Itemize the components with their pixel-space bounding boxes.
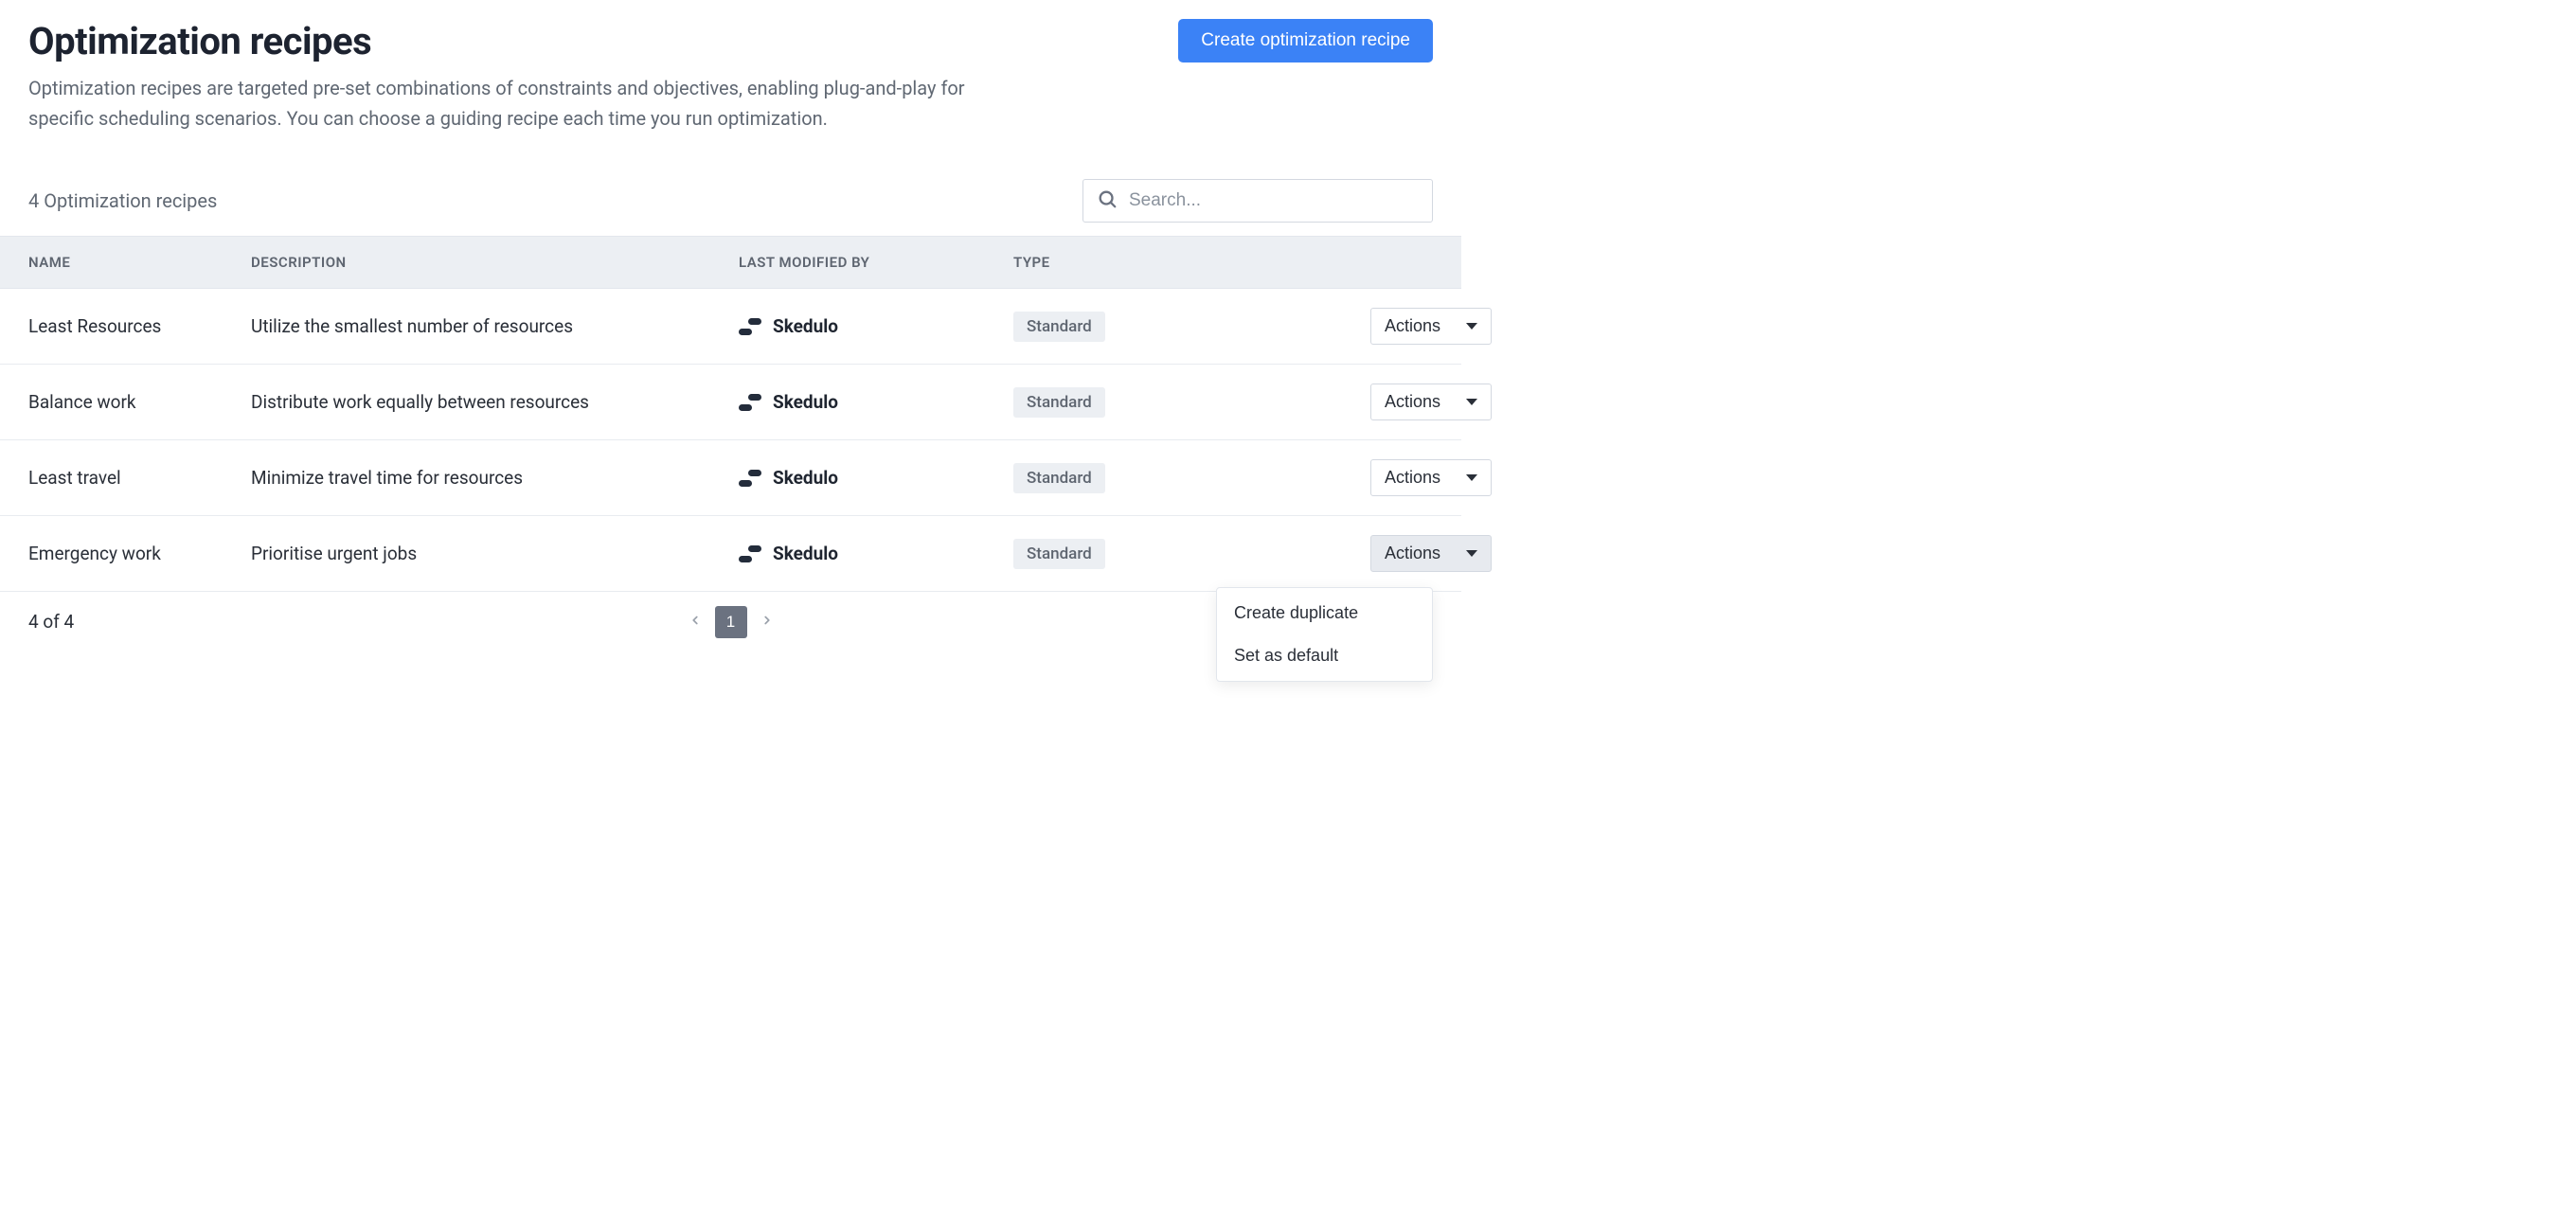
table-row: Least travel Minimize travel time for re… [0, 440, 1461, 516]
search-box[interactable] [1082, 179, 1433, 223]
skedulo-logo-icon [739, 318, 761, 335]
chevron-down-icon [1466, 550, 1477, 557]
type-badge: Standard [1013, 387, 1105, 418]
recipe-description: Minimize travel time for resources [251, 467, 739, 489]
col-header-type: TYPE [1013, 254, 1340, 271]
actions-label: Actions [1385, 316, 1440, 336]
type-badge: Standard [1013, 539, 1105, 569]
col-header-name: NAME [28, 254, 251, 271]
pager-prev-button[interactable] [683, 606, 707, 637]
chevron-left-icon [689, 612, 702, 632]
pager-next-button[interactable] [755, 606, 779, 637]
recipe-name: Emergency work [28, 543, 251, 564]
page-subtitle: Optimization recipes are targeted pre-se… [28, 73, 1032, 134]
modified-by-name: Skedulo [773, 467, 838, 489]
table-header-row: NAME DESCRIPTION LAST MODIFIED BY TYPE [0, 237, 1461, 289]
actions-dropdown: Create duplicate Set as default [1216, 587, 1433, 682]
recipe-name: Least Resources [28, 315, 251, 337]
modified-by-name: Skedulo [773, 543, 838, 564]
actions-button[interactable]: Actions [1370, 308, 1492, 345]
chevron-down-icon [1466, 323, 1477, 330]
dropdown-item-create-duplicate[interactable]: Create duplicate [1217, 592, 1432, 634]
skedulo-logo-icon [739, 470, 761, 487]
actions-button[interactable]: Actions [1370, 459, 1492, 496]
actions-button[interactable]: Actions [1370, 535, 1492, 572]
pagination-count: 4 of 4 [28, 611, 74, 633]
chevron-down-icon [1466, 399, 1477, 405]
create-optimization-recipe-button[interactable]: Create optimization recipe [1178, 19, 1433, 62]
search-input[interactable] [1129, 190, 1419, 211]
table-row: Least Resources Utilize the smallest num… [0, 289, 1461, 365]
modified-by-name: Skedulo [773, 391, 838, 413]
pager: 1 [683, 606, 779, 638]
recipe-name: Least travel [28, 467, 251, 489]
recipe-count: 4 Optimization recipes [28, 189, 217, 212]
skedulo-logo-icon [739, 545, 761, 562]
type-badge: Standard [1013, 463, 1105, 493]
recipe-description: Distribute work equally between resource… [251, 391, 739, 413]
recipe-name: Balance work [28, 391, 251, 413]
type-badge: Standard [1013, 312, 1105, 342]
actions-label: Actions [1385, 544, 1440, 563]
actions-button[interactable]: Actions [1370, 384, 1492, 420]
actions-label: Actions [1385, 392, 1440, 412]
col-header-description: DESCRIPTION [251, 254, 739, 271]
chevron-right-icon [760, 612, 774, 632]
recipe-description: Prioritise urgent jobs [251, 543, 739, 564]
recipes-table: NAME DESCRIPTION LAST MODIFIED BY TYPE L… [0, 236, 1461, 592]
col-header-last-modified-by: LAST MODIFIED BY [739, 254, 1013, 271]
modified-by-name: Skedulo [773, 315, 838, 337]
table-row: Emergency work Prioritise urgent jobs Sk… [0, 516, 1461, 592]
chevron-down-icon [1466, 474, 1477, 481]
recipe-description: Utilize the smallest number of resources [251, 315, 739, 337]
table-row: Balance work Distribute work equally bet… [0, 365, 1461, 440]
pager-page-1[interactable]: 1 [715, 606, 747, 638]
actions-label: Actions [1385, 468, 1440, 488]
page-title: Optimization recipes [28, 19, 1032, 63]
dropdown-item-set-as-default[interactable]: Set as default [1217, 634, 1432, 677]
skedulo-logo-icon [739, 394, 761, 411]
search-icon [1097, 188, 1129, 213]
